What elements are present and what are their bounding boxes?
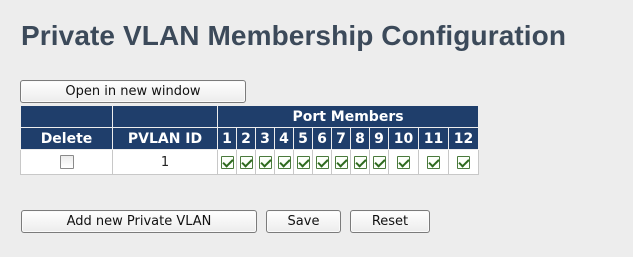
port-header-10: 10 — [388, 127, 419, 150]
pvlan-membership-table: Port Members Delete PVLAN ID 1 2 3 4 5 6 7 8 9 10… — [20, 105, 479, 175]
port-1-member-checkbox[interactable] — [220, 155, 234, 169]
header-blank-delete — [20, 105, 113, 128]
port-member-cell — [331, 149, 351, 175]
open-in-new-window-button[interactable]: Open in new window — [20, 80, 246, 103]
port-header-11: 11 — [418, 127, 449, 150]
port-member-cell — [255, 149, 275, 175]
port-4-member-checkbox[interactable] — [277, 155, 291, 169]
port-header-2: 2 — [236, 127, 256, 150]
header-blank-pvlan — [112, 105, 218, 128]
page-title: Private VLAN Membership Configuration — [21, 20, 567, 51]
port-5-member-checkbox[interactable] — [296, 155, 310, 169]
delete-checkbox[interactable] — [59, 155, 74, 169]
port-header-4: 4 — [274, 127, 294, 150]
port-10-member-checkbox[interactable] — [397, 155, 410, 169]
port-member-cell — [388, 149, 419, 175]
port-8-member-checkbox[interactable] — [353, 155, 367, 169]
table-row: 1 — [20, 149, 479, 175]
port-member-cell — [312, 149, 332, 175]
port-member-cell — [217, 149, 237, 175]
add-new-private-vlan-button[interactable]: Add new Private VLAN — [21, 210, 257, 233]
delete-cell — [20, 149, 113, 175]
port-header-1: 1 — [217, 127, 237, 150]
port-2-member-checkbox[interactable] — [239, 155, 253, 169]
port-header-7: 7 — [331, 127, 351, 150]
port-member-cell — [293, 149, 313, 175]
port-member-cell — [448, 149, 479, 175]
port-member-cell — [236, 149, 256, 175]
port-members-header: Port Members — [217, 105, 479, 128]
port-member-cell — [274, 149, 294, 175]
port-member-cell — [350, 149, 370, 175]
port-member-cell — [418, 149, 449, 175]
port-12-member-checkbox[interactable] — [457, 155, 470, 169]
pvlan-id-cell: 1 — [112, 149, 218, 175]
save-button[interactable]: Save — [266, 210, 341, 233]
port-header-9: 9 — [369, 127, 389, 150]
pvlan-id-column-header: PVLAN ID — [112, 127, 218, 150]
port-header-8: 8 — [350, 127, 370, 150]
port-member-cell — [369, 149, 389, 175]
port-7-member-checkbox[interactable] — [334, 155, 348, 169]
port-header-5: 5 — [293, 127, 313, 150]
port-11-member-checkbox[interactable] — [427, 155, 440, 169]
reset-button[interactable]: Reset — [350, 210, 430, 233]
port-9-member-checkbox[interactable] — [372, 155, 386, 169]
port-6-member-checkbox[interactable] — [315, 155, 329, 169]
delete-column-header: Delete — [20, 127, 113, 150]
port-3-member-checkbox[interactable] — [258, 155, 272, 169]
port-header-12: 12 — [448, 127, 479, 150]
port-header-3: 3 — [255, 127, 275, 150]
port-header-6: 6 — [312, 127, 332, 150]
